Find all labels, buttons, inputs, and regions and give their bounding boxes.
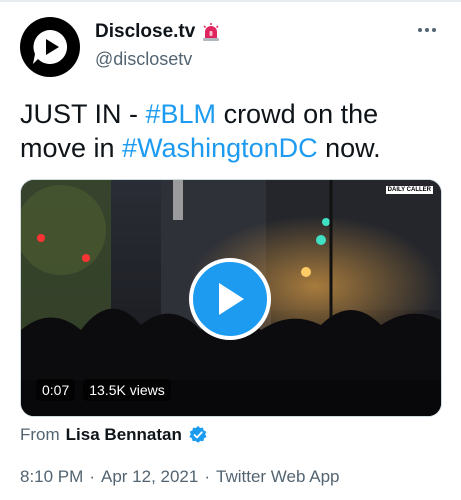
video-duration: 0:07 bbox=[36, 379, 76, 401]
meta-separator: · bbox=[204, 467, 211, 486]
meta-separator: · bbox=[89, 467, 95, 486]
play-button[interactable] bbox=[189, 258, 271, 340]
video-views: 13.5K views bbox=[83, 379, 171, 401]
disclose-logo-icon bbox=[33, 29, 68, 65]
hashtag-washingtondc[interactable]: #WashingtonDC bbox=[122, 133, 318, 163]
tweet-text-prefix: JUST IN - bbox=[20, 99, 146, 129]
police-siren-icon bbox=[203, 23, 220, 41]
hashtag-blm[interactable]: #BLM bbox=[146, 99, 217, 129]
video-source: From Lisa Bennatan bbox=[20, 425, 208, 445]
source-label: From bbox=[20, 425, 60, 444]
video-player[interactable]: DAILY CALLER 0:07 13.5K views bbox=[20, 179, 442, 417]
account-name-row[interactable]: Disclose.tv bbox=[95, 21, 221, 43]
tweet-time[interactable]: 8:10 PM bbox=[20, 467, 83, 487]
top-divider bbox=[0, 0, 461, 2]
avatar[interactable] bbox=[20, 17, 80, 77]
play-icon bbox=[219, 283, 244, 315]
tweet-text: JUST IN - #BLM crowd on the move in #Was… bbox=[20, 97, 440, 165]
tweet-text-suffix: now. bbox=[317, 133, 381, 163]
account-handle[interactable]: @disclosetv bbox=[95, 49, 192, 70]
source-user[interactable]: Lisa Bennatan bbox=[66, 425, 182, 445]
tweet-app[interactable]: Twitter Web App bbox=[216, 467, 339, 487]
tweet-meta: 8:10 PM · Apr 12, 2021 · Twitter Web App bbox=[20, 467, 339, 487]
video-stats: 0:07 13.5K views bbox=[36, 378, 171, 402]
video-watermark: DAILY CALLER bbox=[385, 186, 433, 194]
verified-badge-icon bbox=[189, 426, 207, 443]
account-name[interactable]: Disclose.tv bbox=[95, 21, 195, 43]
more-options-icon[interactable] bbox=[418, 28, 436, 32]
tweet-date[interactable]: Apr 12, 2021 bbox=[101, 467, 198, 487]
